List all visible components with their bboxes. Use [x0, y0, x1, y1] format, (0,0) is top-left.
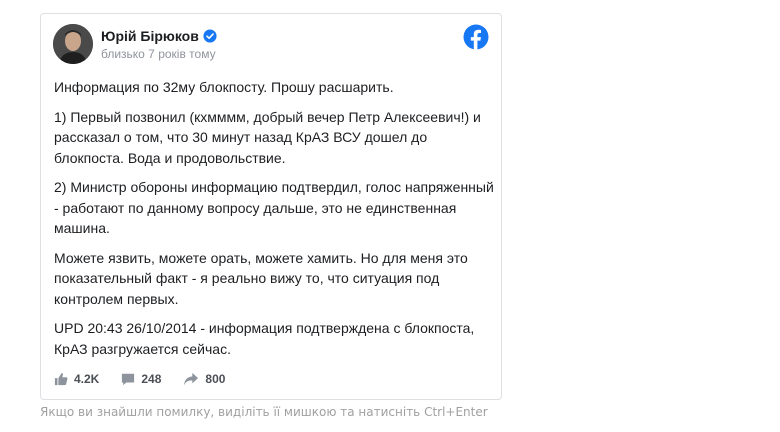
shares-stat[interactable]: 800 — [183, 372, 225, 386]
verified-badge-icon — [203, 29, 217, 43]
post-paragraph: 1) Первый позвонил (кхмммм, добрый вечер… — [54, 108, 481, 166]
avatar[interactable] — [53, 24, 93, 64]
share-icon — [184, 372, 199, 386]
author-name[interactable]: Юрій Бірюков — [101, 28, 217, 44]
like-icon — [54, 373, 68, 386]
shares-count: 800 — [205, 372, 226, 386]
facebook-post-embed: Юрій Бірюков близько 7 років тому Информ… — [40, 13, 502, 400]
post-paragraph: Информация по 32му блокпосту. Прошу расш… — [54, 79, 394, 95]
likes-stat[interactable]: 4.2K — [54, 372, 99, 386]
post-header: Юрій Бірюков близько 7 років тому — [53, 24, 489, 64]
comments-count: 248 — [141, 372, 162, 386]
error-report-hint: Якщо ви знайшли помилку, виділіть її миш… — [40, 405, 488, 419]
post-time[interactable]: близько 7 років тому — [101, 47, 216, 61]
comments-stat[interactable]: 248 — [121, 372, 161, 386]
post-paragraph: Можете язвить, можете орать, можете хами… — [54, 249, 468, 307]
comment-icon — [122, 373, 135, 386]
avatar-photo-icon — [53, 24, 93, 64]
likes-count: 4.2K — [74, 372, 100, 386]
post-content: Информация по 32му блокпосту. Прошу расш… — [54, 77, 494, 368]
post-stats: 4.2K 248 800 — [54, 372, 247, 386]
facebook-logo-icon[interactable] — [463, 24, 489, 50]
post-paragraph: 2) Министр обороны информацию подтвердил… — [54, 179, 494, 236]
post-paragraph: UPD 20:43 26/10/2014 - информация подтве… — [54, 320, 475, 357]
author-name-text[interactable]: Юрій Бірюков — [101, 28, 199, 44]
